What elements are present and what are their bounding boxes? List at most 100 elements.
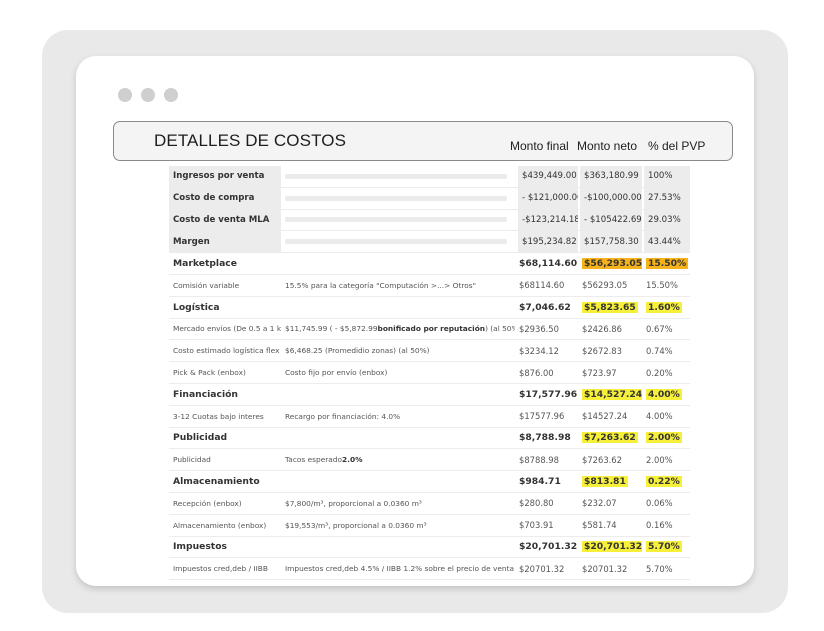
amount-net: $20701.32 — [582, 563, 628, 574]
section-row-logistica: Logística $7,046.62 $5,823.65 1.60% — [169, 297, 690, 319]
column-header-net: Monto neto — [577, 139, 638, 153]
section-label: Almacenamiento — [173, 476, 260, 488]
placeholder-bar — [285, 239, 507, 245]
amount-net: $723.97 — [582, 367, 617, 378]
detail-row: Recepción (enbox) $7,800/m³, proporciona… — [169, 493, 690, 515]
row-bar — [281, 217, 515, 223]
amount-net-highlight: $7,263.62 — [582, 432, 638, 444]
amount-net: $232.07 — [582, 498, 617, 509]
percent-pvp: 0.74% — [646, 345, 673, 356]
summary-row-margen: Margen $195,234.82 $157,758.30 43.44% — [169, 231, 690, 254]
amount-final: $876.00 — [519, 367, 554, 378]
placeholder-bar — [285, 195, 507, 201]
amount-final: $439,449.00 — [515, 166, 578, 187]
detail-label: Comisión variable — [173, 280, 240, 290]
detail-description: $6,468.25 (Promedidio zonas) (al 50%) — [285, 346, 430, 356]
detail-label: 3-12 Cuotas bajo interes — [173, 411, 264, 421]
window-dot-2 — [141, 88, 155, 102]
amount-final: $20701.32 — [519, 563, 565, 574]
desc-bold: bonificado por reputación — [377, 324, 486, 334]
amount-net: $2426.86 — [582, 323, 622, 334]
amount-net-highlight: $813.81 — [582, 476, 628, 488]
detail-description: Recargo por financiación: 4.0% — [285, 411, 401, 421]
row-label: Margen — [169, 231, 281, 253]
percent-pvp: 0.16% — [646, 520, 673, 531]
row-bar — [281, 239, 515, 245]
detail-description: $11,745.99 ( - $5,872.99 bonificado por … — [281, 324, 515, 333]
summary-row-ingresos: Ingresos por venta $439,449.00 $363,180.… — [169, 166, 690, 188]
window-dot-3 — [164, 88, 178, 102]
section-row-financiacion: Financiación $17,577.96 $14,527.24 4.00% — [169, 384, 690, 406]
amount-net: $2672.83 — [582, 345, 622, 356]
placeholder-bar — [285, 217, 507, 223]
amount-final: $8,788.98 — [519, 432, 571, 444]
percent-pvp: 5.70% — [646, 563, 673, 574]
detail-row: Mercado envíos (De 0.5 a 1 kg) $11,745.9… — [169, 319, 690, 341]
detail-row: Pick & Pack (enbox) Costo fijo por envío… — [169, 362, 690, 384]
detail-row: Costo estimado logística flex $6,468.25 … — [169, 340, 690, 363]
percent-pvp: 100% — [642, 166, 690, 187]
amount-final: $8788.98 — [519, 454, 559, 465]
amount-net: $14527.24 — [582, 411, 628, 422]
amount-final: $984.71 — [519, 476, 561, 488]
percent-pvp: 2.00% — [646, 454, 673, 465]
amount-net-highlight: $14,527.24 — [582, 388, 642, 400]
detail-description: 15.5% para la categoría "Computación >..… — [285, 280, 477, 290]
amount-net-highlight: $5,823.65 — [582, 301, 638, 313]
amount-final: -$123,214.18 — [515, 209, 578, 231]
percent-pvp: 0.06% — [646, 498, 673, 509]
column-header-pct: % del PVP — [648, 139, 706, 153]
desc-text: $11,745.99 ( - $5,872.99 — [285, 324, 378, 334]
detail-label: Impuestos cred,deb / IIBB — [173, 564, 268, 574]
percent-highlight: 2.00% — [646, 432, 682, 444]
amount-net: $581.74 — [582, 520, 617, 531]
detail-description: Costo fijo por envío (enbox) — [285, 368, 388, 378]
amount-net-highlight: $56,293.05 — [582, 258, 642, 270]
percent-highlight: 5.70% — [646, 541, 682, 553]
detail-description: Impuestos cred,deb 4.5% / IIBB 1.2% sobr… — [285, 564, 515, 574]
row-label: Costo de venta MLA — [169, 209, 281, 231]
column-header-final: Monto final — [510, 139, 569, 153]
desc-text: Tacos esperado — [285, 455, 343, 465]
detail-label: Publicidad — [173, 455, 211, 465]
section-label: Marketplace — [173, 258, 237, 270]
amount-final: $68114.60 — [519, 280, 565, 291]
section-row-almacenamiento: Almacenamiento $984.71 $813.81 0.22% — [169, 471, 690, 493]
detail-row: Almacenamiento (enbox) $19,553/m³, propo… — [169, 515, 690, 537]
section-row-impuestos: Impuestos $20,701.32 $20,701.32 5.70% — [169, 537, 690, 559]
percent-pvp: 43.44% — [642, 231, 690, 253]
percent-pvp: 27.53% — [642, 187, 690, 209]
desc-text: ) (al 50%) — [485, 324, 515, 334]
percent-highlight: 1.60% — [646, 301, 682, 313]
amount-final: - $121,000.00 — [515, 187, 578, 209]
amount-final: $17577.96 — [519, 411, 565, 422]
detail-label: Almacenamiento (enbox) — [173, 520, 267, 530]
detail-label: Pick & Pack (enbox) — [173, 368, 246, 378]
percent-pvp: 4.00% — [646, 411, 673, 422]
window-dot-1 — [118, 88, 132, 102]
summary-row-costo-compra: Costo de compra - $121,000.00 -$100,000.… — [169, 187, 690, 210]
window-card: DETALLES DE COSTOS Monto final Monto net… — [76, 56, 754, 586]
detail-label: Costo estimado logística flex — [173, 346, 280, 356]
amount-final: $280.80 — [519, 498, 554, 509]
page-title: DETALLES DE COSTOS — [154, 131, 347, 150]
section-label: Logística — [173, 301, 220, 313]
cost-table: Ingresos por venta $439,449.00 $363,180.… — [169, 166, 690, 581]
placeholder-bar — [285, 173, 507, 179]
row-bar — [281, 195, 515, 201]
amount-final: $17,577.96 — [519, 388, 578, 400]
percent-pvp: 0.20% — [646, 367, 673, 378]
percent-highlight: 0.22% — [646, 476, 682, 488]
row-bar — [281, 173, 515, 179]
detail-row: Publicidad Tacos esperado 2.0% $8788.98 … — [169, 449, 690, 472]
detail-row: Impuestos cred,deb / IIBB Impuestos cred… — [169, 558, 690, 581]
amount-final: $2936.50 — [519, 323, 559, 334]
detail-row: Comisión variable 15.5% para la categorí… — [169, 275, 690, 297]
section-label: Financiación — [173, 388, 238, 400]
amount-final: $7,046.62 — [519, 301, 571, 313]
amount-net: -$100,000.00 — [578, 187, 642, 209]
section-row-publicidad: Publicidad $8,788.98 $7,263.62 2.00% — [169, 428, 690, 450]
amount-net: - $105422.69 — [578, 209, 642, 231]
percent-pvp: 15.50% — [646, 280, 678, 291]
amount-net: $363,180.99 — [578, 166, 642, 187]
